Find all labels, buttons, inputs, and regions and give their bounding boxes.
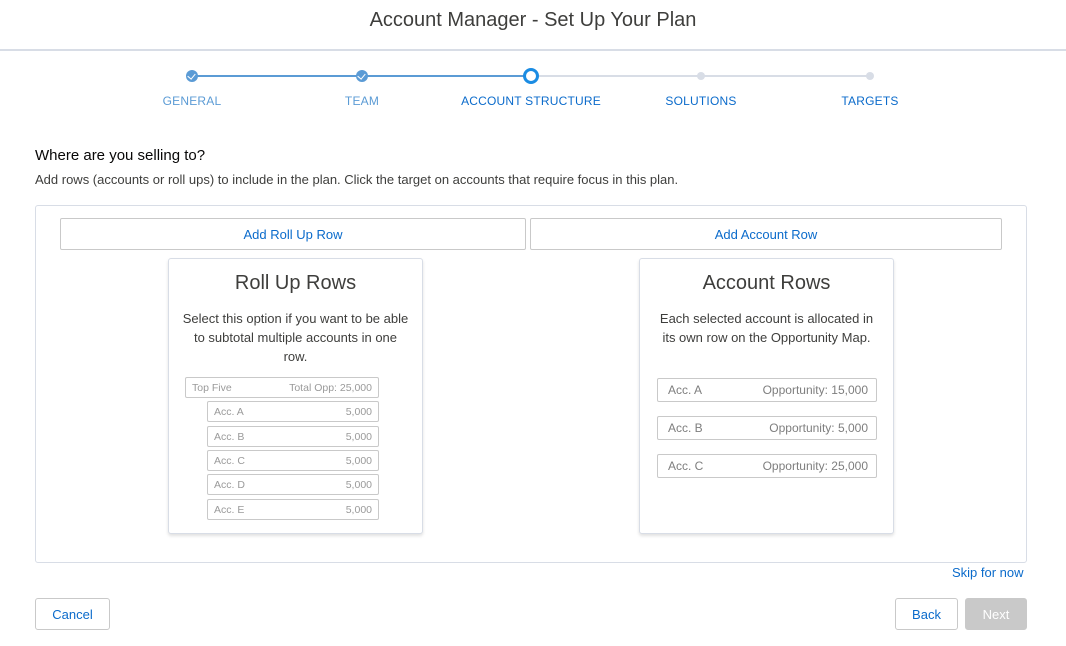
step-current-icon[interactable] <box>523 68 539 84</box>
add-account-row-button[interactable]: Add Account Row <box>530 218 1002 250</box>
next-button[interactable]: Next <box>965 598 1027 630</box>
cancel-button[interactable]: Cancel <box>35 598 110 630</box>
row-name: Acc. D <box>214 478 245 491</box>
row-name: Acc. C <box>668 459 704 473</box>
row-value: 5,000 <box>345 454 372 467</box>
step-upcoming-icon[interactable] <box>866 72 874 80</box>
row-name: Acc. A <box>668 383 703 397</box>
rollup-child-row: Acc. A 5,000 <box>207 401 379 422</box>
step-connector <box>362 75 531 77</box>
row-name: Top Five <box>192 381 232 394</box>
row-value: 5,000 <box>345 478 372 491</box>
roll-up-rows-card: Roll Up Rows Select this option if you w… <box>168 258 423 534</box>
card-description: Each selected account is allocated in it… <box>659 311 874 345</box>
section-question: Where are you selling to? <box>35 147 206 164</box>
row-value: Opportunity: 25,000 <box>762 459 868 473</box>
row-name: Acc. A <box>214 405 244 418</box>
account-rows-card: Account Rows Each selected account is al… <box>639 258 894 534</box>
rollup-child-row: Acc. E 5,000 <box>207 499 379 520</box>
row-name: Acc. E <box>214 503 245 516</box>
step-complete-icon[interactable] <box>186 70 198 82</box>
add-roll-up-row-button[interactable]: Add Roll Up Row <box>60 218 526 250</box>
skip-for-now-link[interactable]: Skip for now <box>952 565 1024 580</box>
rollup-child-row: Acc. B 5,000 <box>207 426 379 447</box>
step-complete-icon[interactable] <box>356 70 368 82</box>
step-label-account-structure[interactable]: ACCOUNT STRUCTURE <box>461 94 601 108</box>
step-upcoming-icon[interactable] <box>697 72 705 80</box>
account-row: Acc. A Opportunity: 15,000 <box>657 378 877 402</box>
step-label-general[interactable]: GENERAL <box>163 94 222 108</box>
step-label-solutions[interactable]: SOLUTIONS <box>665 94 736 108</box>
page-title: Account Manager - Set Up Your Plan <box>369 9 697 31</box>
row-value: 5,000 <box>345 430 372 443</box>
step-label-team[interactable]: TEAM <box>345 94 379 108</box>
card-title: Roll Up Rows <box>234 272 357 294</box>
row-value: Opportunity: 5,000 <box>769 421 868 435</box>
row-name: Acc. B <box>214 430 245 443</box>
card-description: Select this option if you want to be abl… <box>182 311 409 364</box>
row-value: 5,000 <box>345 503 372 516</box>
row-value: 5,000 <box>345 405 372 418</box>
back-button[interactable]: Back <box>895 598 958 630</box>
row-value: Total Opp: 25,000 <box>289 381 372 394</box>
progress-indicator: GENERAL TEAM ACCOUNT STRUCTURE SOLUTIONS… <box>0 62 1066 112</box>
account-row: Acc. C Opportunity: 25,000 <box>657 454 877 478</box>
rollup-child-row: Acc. C 5,000 <box>207 450 379 471</box>
rollup-parent-row: Top Five Total Opp: 25,000 <box>185 377 379 398</box>
step-label-targets[interactable]: TARGETS <box>841 94 898 108</box>
row-name: Acc. C <box>214 454 245 467</box>
account-row: Acc. B Opportunity: 5,000 <box>657 416 877 440</box>
section-subtext: Add rows (accounts or roll ups) to inclu… <box>35 172 679 187</box>
row-value: Opportunity: 15,000 <box>762 383 868 397</box>
step-connector <box>192 75 362 77</box>
rollup-child-row: Acc. D 5,000 <box>207 474 379 495</box>
card-title: Account Rows <box>702 272 831 294</box>
page-header: Account Manager - Set Up Your Plan <box>0 0 1066 51</box>
row-name: Acc. B <box>668 421 703 435</box>
